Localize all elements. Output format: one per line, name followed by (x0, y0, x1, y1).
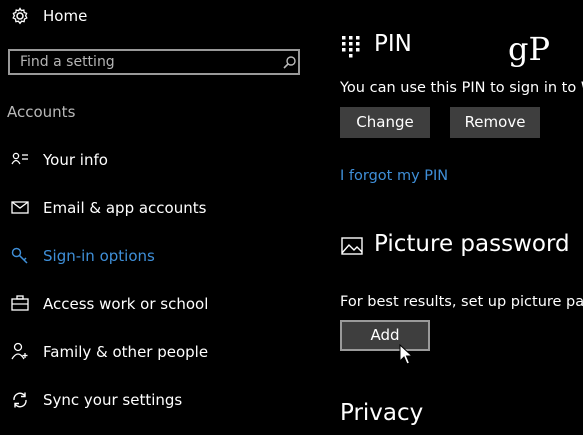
sidebar-item-label: Family & other people (43, 343, 209, 361)
sidebar-item-your-info[interactable]: Your info (0, 144, 310, 176)
briefcase-icon (11, 295, 29, 311)
picture-password-title: Picture password (374, 231, 570, 257)
privacy-title: Privacy (340, 400, 424, 426)
key-icon (11, 247, 28, 264)
picture-password-description: For best results, set up picture passw (340, 294, 583, 310)
pin-description: You can use this PIN to sign in to Win (340, 80, 583, 96)
add-picture-password-button[interactable]: Add (340, 320, 430, 351)
home-nav-item[interactable]: Home (0, 0, 310, 34)
remove-pin-button[interactable]: Remove (450, 107, 540, 138)
person-card-icon (11, 152, 28, 165)
search-placeholder: Find a setting (20, 54, 115, 70)
home-label: Home (43, 7, 88, 25)
gp-watermark-logo: gP (508, 30, 551, 68)
sidebar-item-label: Access work or school (43, 295, 209, 313)
search-input[interactable]: Find a setting (8, 49, 300, 75)
mouse-cursor-icon (399, 344, 413, 365)
sidebar-item-work-school[interactable]: Access work or school (0, 288, 310, 320)
sync-icon (13, 392, 27, 408)
sidebar-item-family[interactable]: Family & other people (0, 336, 310, 368)
change-pin-button[interactable]: Change (340, 107, 430, 138)
gear-icon (12, 7, 28, 25)
picture-icon (341, 237, 363, 255)
sidebar-item-sync[interactable]: Sync your settings (0, 384, 310, 416)
sidebar-item-label: Sign-in options (43, 247, 155, 265)
people-icon (11, 342, 28, 360)
sidebar-item-email-accounts[interactable]: Email & app accounts (0, 192, 310, 224)
keypad-icon (342, 36, 360, 58)
forgot-pin-link[interactable]: I forgot my PIN (340, 168, 448, 184)
mail-icon (11, 201, 29, 214)
sidebar-item-sign-in-options[interactable]: Sign-in options (0, 240, 310, 272)
sidebar-item-label: Your info (43, 151, 108, 169)
section-heading-accounts: Accounts (7, 103, 76, 121)
search-icon[interactable] (283, 56, 296, 69)
pin-title: PIN (374, 31, 412, 57)
sidebar-item-label: Sync your settings (43, 391, 183, 409)
sidebar-item-label: Email & app accounts (43, 199, 207, 217)
